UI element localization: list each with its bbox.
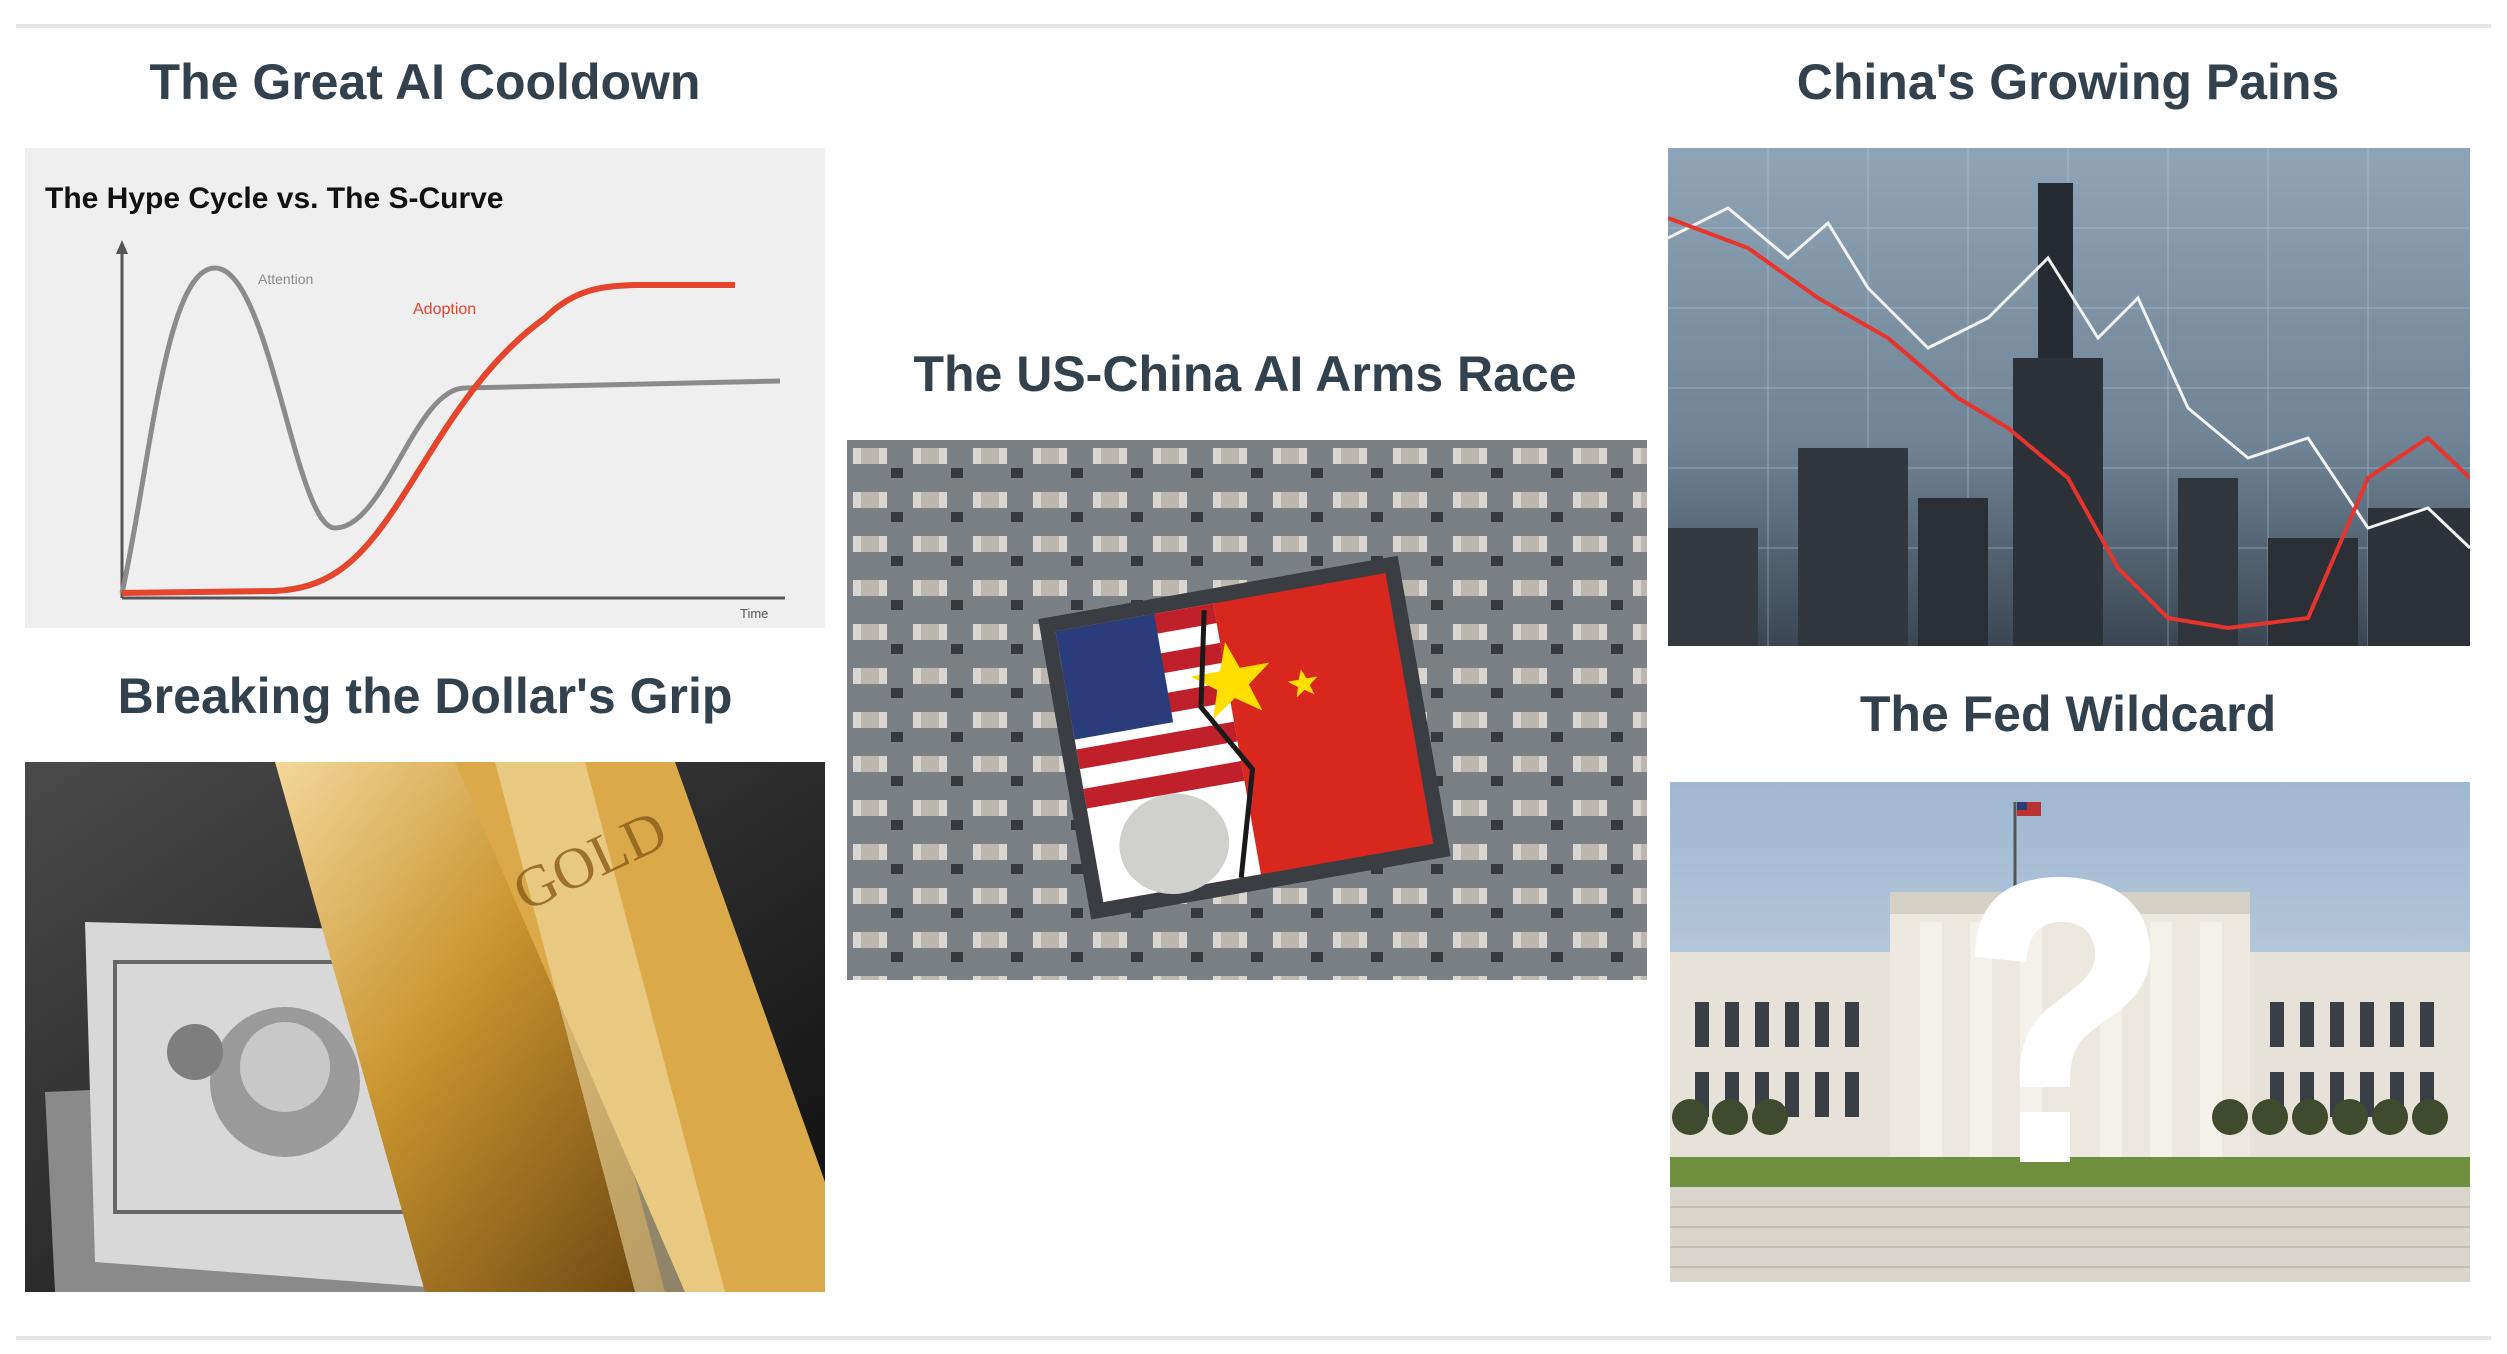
- article-title-ai-cooldown[interactable]: The Great AI Cooldown: [25, 52, 825, 112]
- gold-dollar-photo: GOLD: [25, 762, 825, 1292]
- article-image-hype-cycle[interactable]: The Hype Cycle vs. The S-Curve Attention…: [25, 148, 825, 628]
- article-title-us-china-ai[interactable]: The US-China AI Arms Race: [845, 344, 1645, 404]
- article-image-gold-and-dollars[interactable]: GOLD: [25, 762, 825, 1292]
- article-image-chip-flags[interactable]: [847, 440, 1647, 980]
- article-image-federal-reserve[interactable]: [1670, 782, 2470, 1282]
- article-title-china-pains[interactable]: China's Growing Pains: [1668, 52, 2468, 112]
- article-title-dollar-grip[interactable]: Breaking the Dollar's Grip: [25, 666, 825, 726]
- bottom-divider: [16, 1336, 2491, 1340]
- circuit-chip-photo: [847, 440, 1647, 980]
- article-title-fed-wildcard[interactable]: The Fed Wildcard: [1668, 684, 2468, 744]
- hype-cycle-heading: The Hype Cycle vs. The S-Curve: [45, 182, 504, 215]
- hype-cycle-chart-image: The Hype Cycle vs. The S-Curve Attention…: [25, 148, 825, 628]
- adoption-label: Adoption: [413, 301, 476, 318]
- market-decline-photo: [1668, 148, 2470, 646]
- top-divider: [16, 24, 2491, 28]
- attention-label: Attention: [258, 271, 313, 287]
- time-label: Time: [740, 606, 768, 621]
- article-image-china-market[interactable]: [1668, 148, 2470, 646]
- federal-reserve-photo: [1670, 782, 2470, 1282]
